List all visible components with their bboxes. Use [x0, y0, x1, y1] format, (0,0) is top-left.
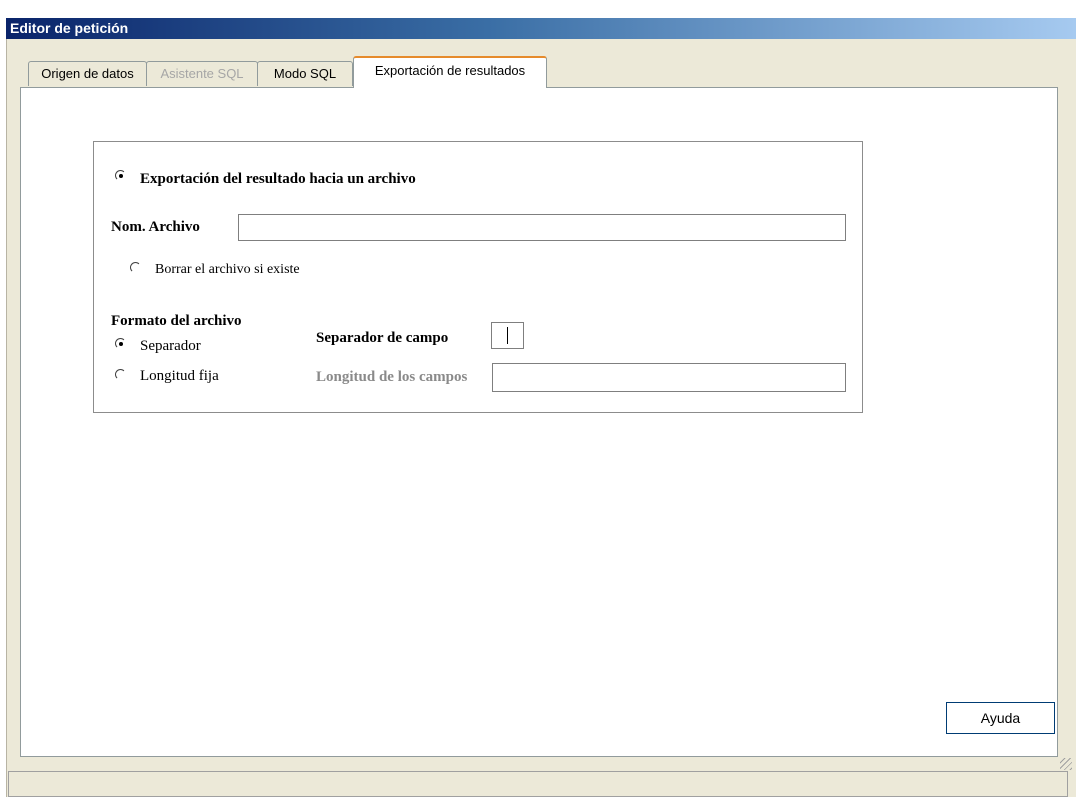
tab-exportacion-de-resultados[interactable]: Exportación de resultados: [353, 56, 547, 88]
export-to-file-radio[interactable]: [115, 170, 126, 181]
delete-if-exists-radio[interactable]: [130, 262, 141, 273]
filename-input[interactable]: [238, 214, 846, 241]
tab-origen-de-datos[interactable]: Origen de datos: [28, 61, 147, 86]
format-separator-label: Separador: [140, 338, 201, 354]
help-button[interactable]: Ayuda: [946, 702, 1055, 734]
tab-asistente-sql[interactable]: Asistente SQL: [146, 61, 258, 86]
field-length-label: Longitud de los campos: [316, 369, 468, 385]
field-length-input[interactable]: [492, 363, 846, 392]
format-separator-radio[interactable]: [115, 338, 126, 349]
delete-if-exists-label: Borrar el archivo si existe: [155, 262, 300, 277]
status-bar: [8, 771, 1068, 797]
format-fixed-length-label: Longitud fija: [140, 368, 219, 384]
file-format-heading: Formato del archivo: [111, 313, 242, 329]
field-separator-label: Separador de campo: [316, 330, 449, 346]
format-fixed-length-radio[interactable]: [115, 369, 126, 380]
tab-modo-sql[interactable]: Modo SQL: [257, 61, 353, 86]
text-caret: [507, 327, 508, 344]
field-separator-input[interactable]: [491, 322, 524, 349]
window-title: Editor de petición: [6, 18, 1076, 39]
resize-grip-icon[interactable]: [1060, 758, 1072, 770]
export-to-file-label: Exportación del resultado hacia un archi…: [140, 171, 416, 187]
filename-label: Nom. Archivo: [111, 219, 200, 235]
